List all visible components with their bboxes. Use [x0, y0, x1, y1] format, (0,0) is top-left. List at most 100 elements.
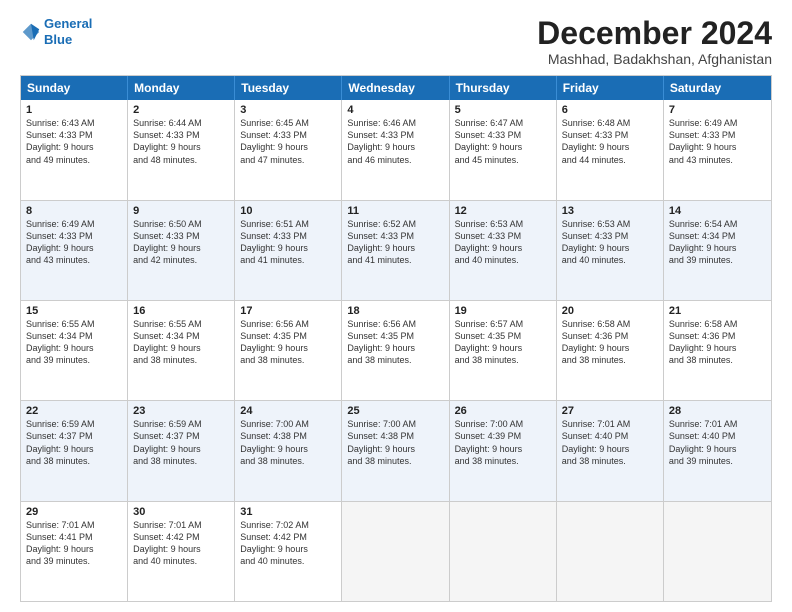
calendar-cell: 31Sunrise: 7:02 AMSunset: 4:42 PMDayligh… — [235, 502, 342, 601]
cell-text: Sunrise: 7:01 AMSunset: 4:40 PMDaylight:… — [669, 418, 766, 467]
header-day: Friday — [557, 76, 664, 100]
calendar-cell: 19Sunrise: 6:57 AMSunset: 4:35 PMDayligh… — [450, 301, 557, 400]
calendar-cell: 25Sunrise: 7:00 AMSunset: 4:38 PMDayligh… — [342, 401, 449, 500]
calendar-row: 22Sunrise: 6:59 AMSunset: 4:37 PMDayligh… — [21, 400, 771, 500]
day-number: 2 — [133, 104, 229, 116]
calendar-cell: 29Sunrise: 7:01 AMSunset: 4:41 PMDayligh… — [21, 502, 128, 601]
calendar-cell — [557, 502, 664, 601]
cell-text: Sunrise: 6:48 AMSunset: 4:33 PMDaylight:… — [562, 117, 658, 166]
calendar-cell: 30Sunrise: 7:01 AMSunset: 4:42 PMDayligh… — [128, 502, 235, 601]
day-number: 27 — [562, 405, 658, 417]
cell-text: Sunrise: 6:55 AMSunset: 4:34 PMDaylight:… — [26, 318, 122, 367]
calendar-cell: 17Sunrise: 6:56 AMSunset: 4:35 PMDayligh… — [235, 301, 342, 400]
cell-text: Sunrise: 6:59 AMSunset: 4:37 PMDaylight:… — [26, 418, 122, 467]
cell-text: Sunrise: 6:43 AMSunset: 4:33 PMDaylight:… — [26, 117, 122, 166]
day-number: 7 — [669, 104, 766, 116]
day-number: 3 — [240, 104, 336, 116]
cell-text: Sunrise: 6:56 AMSunset: 4:35 PMDaylight:… — [240, 318, 336, 367]
calendar-cell: 14Sunrise: 6:54 AMSunset: 4:34 PMDayligh… — [664, 201, 771, 300]
cell-text: Sunrise: 6:57 AMSunset: 4:35 PMDaylight:… — [455, 318, 551, 367]
calendar-cell: 11Sunrise: 6:52 AMSunset: 4:33 PMDayligh… — [342, 201, 449, 300]
calendar-cell: 10Sunrise: 6:51 AMSunset: 4:33 PMDayligh… — [235, 201, 342, 300]
calendar-cell: 1Sunrise: 6:43 AMSunset: 4:33 PMDaylight… — [21, 100, 128, 199]
cell-text: Sunrise: 7:01 AMSunset: 4:42 PMDaylight:… — [133, 519, 229, 568]
header-day: Saturday — [664, 76, 771, 100]
calendar-cell: 26Sunrise: 7:00 AMSunset: 4:39 PMDayligh… — [450, 401, 557, 500]
day-number: 29 — [26, 506, 122, 518]
calendar-cell: 28Sunrise: 7:01 AMSunset: 4:40 PMDayligh… — [664, 401, 771, 500]
day-number: 25 — [347, 405, 443, 417]
cell-text: Sunrise: 6:53 AMSunset: 4:33 PMDaylight:… — [455, 218, 551, 267]
header: General Blue December 2024 Mashhad, Bada… — [20, 16, 772, 67]
calendar-cell: 15Sunrise: 6:55 AMSunset: 4:34 PMDayligh… — [21, 301, 128, 400]
cell-text: Sunrise: 7:00 AMSunset: 4:38 PMDaylight:… — [347, 418, 443, 467]
day-number: 22 — [26, 405, 122, 417]
calendar-cell: 16Sunrise: 6:55 AMSunset: 4:34 PMDayligh… — [128, 301, 235, 400]
calendar-cell: 22Sunrise: 6:59 AMSunset: 4:37 PMDayligh… — [21, 401, 128, 500]
cell-text: Sunrise: 6:54 AMSunset: 4:34 PMDaylight:… — [669, 218, 766, 267]
cell-text: Sunrise: 7:00 AMSunset: 4:38 PMDaylight:… — [240, 418, 336, 467]
cell-text: Sunrise: 6:44 AMSunset: 4:33 PMDaylight:… — [133, 117, 229, 166]
cell-text: Sunrise: 6:50 AMSunset: 4:33 PMDaylight:… — [133, 218, 229, 267]
calendar-cell: 24Sunrise: 7:00 AMSunset: 4:38 PMDayligh… — [235, 401, 342, 500]
day-number: 6 — [562, 104, 658, 116]
logo-line2: Blue — [44, 32, 72, 47]
calendar-cell: 4Sunrise: 6:46 AMSunset: 4:33 PMDaylight… — [342, 100, 449, 199]
day-number: 19 — [455, 305, 551, 317]
calendar-body: 1Sunrise: 6:43 AMSunset: 4:33 PMDaylight… — [21, 100, 771, 601]
cell-text: Sunrise: 7:00 AMSunset: 4:39 PMDaylight:… — [455, 418, 551, 467]
calendar-cell: 8Sunrise: 6:49 AMSunset: 4:33 PMDaylight… — [21, 201, 128, 300]
calendar-row: 8Sunrise: 6:49 AMSunset: 4:33 PMDaylight… — [21, 200, 771, 300]
day-number: 12 — [455, 205, 551, 217]
calendar-cell: 27Sunrise: 7:01 AMSunset: 4:40 PMDayligh… — [557, 401, 664, 500]
cell-text: Sunrise: 6:58 AMSunset: 4:36 PMDaylight:… — [562, 318, 658, 367]
header-day: Tuesday — [235, 76, 342, 100]
day-number: 31 — [240, 506, 336, 518]
day-number: 8 — [26, 205, 122, 217]
day-number: 20 — [562, 305, 658, 317]
calendar-cell: 23Sunrise: 6:59 AMSunset: 4:37 PMDayligh… — [128, 401, 235, 500]
cell-text: Sunrise: 6:45 AMSunset: 4:33 PMDaylight:… — [240, 117, 336, 166]
calendar-cell: 20Sunrise: 6:58 AMSunset: 4:36 PMDayligh… — [557, 301, 664, 400]
main-title: December 2024 — [537, 16, 772, 51]
calendar-cell: 13Sunrise: 6:53 AMSunset: 4:33 PMDayligh… — [557, 201, 664, 300]
title-block: December 2024 Mashhad, Badakhshan, Afgha… — [537, 16, 772, 67]
day-number: 24 — [240, 405, 336, 417]
calendar-cell: 5Sunrise: 6:47 AMSunset: 4:33 PMDaylight… — [450, 100, 557, 199]
cell-text: Sunrise: 6:56 AMSunset: 4:35 PMDaylight:… — [347, 318, 443, 367]
header-day: Monday — [128, 76, 235, 100]
day-number: 17 — [240, 305, 336, 317]
day-number: 26 — [455, 405, 551, 417]
calendar-header: SundayMondayTuesdayWednesdayThursdayFrid… — [21, 76, 771, 100]
calendar-row: 1Sunrise: 6:43 AMSunset: 4:33 PMDaylight… — [21, 100, 771, 199]
calendar-cell: 12Sunrise: 6:53 AMSunset: 4:33 PMDayligh… — [450, 201, 557, 300]
calendar-cell: 6Sunrise: 6:48 AMSunset: 4:33 PMDaylight… — [557, 100, 664, 199]
cell-text: Sunrise: 6:53 AMSunset: 4:33 PMDaylight:… — [562, 218, 658, 267]
day-number: 4 — [347, 104, 443, 116]
cell-text: Sunrise: 6:49 AMSunset: 4:33 PMDaylight:… — [26, 218, 122, 267]
calendar-cell: 3Sunrise: 6:45 AMSunset: 4:33 PMDaylight… — [235, 100, 342, 199]
day-number: 21 — [669, 305, 766, 317]
day-number: 13 — [562, 205, 658, 217]
day-number: 5 — [455, 104, 551, 116]
day-number: 9 — [133, 205, 229, 217]
cell-text: Sunrise: 6:58 AMSunset: 4:36 PMDaylight:… — [669, 318, 766, 367]
day-number: 23 — [133, 405, 229, 417]
day-number: 11 — [347, 205, 443, 217]
cell-text: Sunrise: 7:01 AMSunset: 4:40 PMDaylight:… — [562, 418, 658, 467]
cell-text: Sunrise: 6:55 AMSunset: 4:34 PMDaylight:… — [133, 318, 229, 367]
logo-text: General Blue — [44, 16, 92, 47]
header-day: Sunday — [21, 76, 128, 100]
calendar-cell: 21Sunrise: 6:58 AMSunset: 4:36 PMDayligh… — [664, 301, 771, 400]
cell-text: Sunrise: 6:46 AMSunset: 4:33 PMDaylight:… — [347, 117, 443, 166]
calendar-cell — [450, 502, 557, 601]
logo-line1: General — [44, 16, 92, 31]
day-number: 18 — [347, 305, 443, 317]
calendar-cell: 2Sunrise: 6:44 AMSunset: 4:33 PMDaylight… — [128, 100, 235, 199]
cell-text: Sunrise: 6:59 AMSunset: 4:37 PMDaylight:… — [133, 418, 229, 467]
calendar-cell — [342, 502, 449, 601]
cell-text: Sunrise: 7:02 AMSunset: 4:42 PMDaylight:… — [240, 519, 336, 568]
cell-text: Sunrise: 6:51 AMSunset: 4:33 PMDaylight:… — [240, 218, 336, 267]
calendar-cell — [664, 502, 771, 601]
day-number: 16 — [133, 305, 229, 317]
